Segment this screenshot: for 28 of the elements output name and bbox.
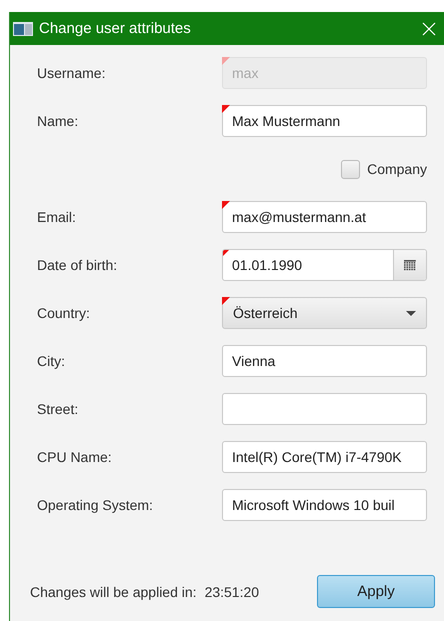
field-label: Country: — [37, 305, 90, 321]
window-title: Change user attributes — [39, 20, 192, 37]
checkbox-label: Company — [367, 161, 427, 177]
calendar-button[interactable] — [393, 250, 426, 280]
close-icon[interactable] — [422, 22, 436, 36]
input-field[interactable]: Vienna — [222, 345, 427, 377]
countdown-label: Changes will be applied in: — [30, 584, 197, 600]
date-field[interactable]: 01.01.1990 — [222, 249, 427, 281]
country-dropdown[interactable]: Österreich — [222, 297, 427, 329]
field-label: Operating System: — [37, 497, 153, 513]
field-label: Email: — [37, 209, 76, 225]
calendar-icon — [404, 260, 416, 270]
field-label: Name: — [37, 113, 78, 129]
window-icon — [13, 20, 33, 36]
caret-icon — [406, 310, 416, 316]
input-field[interactable] — [222, 393, 427, 425]
field-label: Username: — [37, 65, 106, 81]
countdown-time: 23:51:20 — [204, 584, 260, 600]
input-field[interactable]: Max Mustermann — [222, 105, 427, 137]
field-label: City: — [37, 353, 65, 369]
apply-button[interactable]: Apply — [317, 575, 435, 608]
field-label: CPU Name: — [37, 449, 112, 465]
field-label: Date of birth: — [37, 257, 118, 273]
field-label: Street: — [37, 401, 78, 417]
checkbox[interactable] — [341, 160, 360, 178]
input-field[interactable]: Microsoft Windows 10 buil — [222, 489, 427, 521]
input-field[interactable]: max@mustermann.at — [222, 201, 427, 233]
input-field[interactable]: Intel(R) Core(TM) i7-4790K — [222, 441, 427, 473]
